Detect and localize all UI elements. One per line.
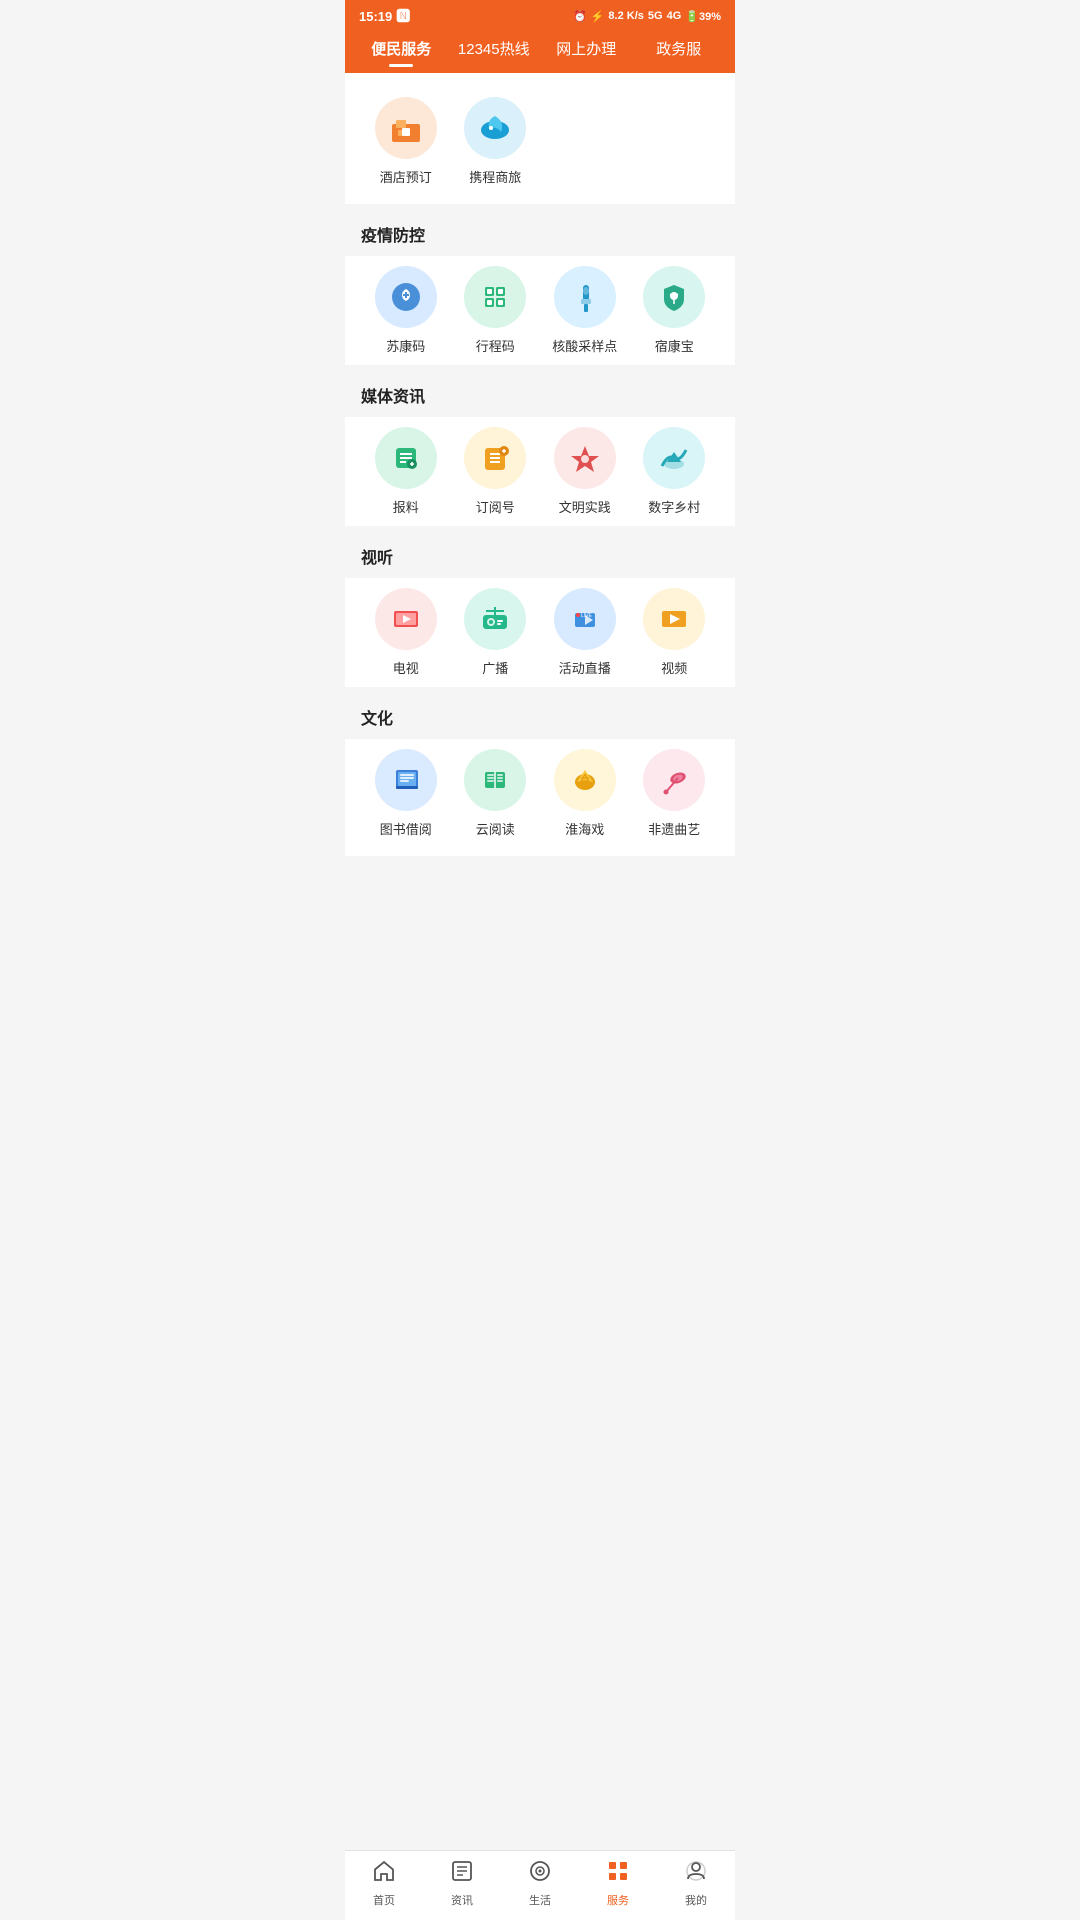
icon-travel-label: 行程码 xyxy=(476,336,515,355)
media-icons: 报料 订阅号 xyxy=(361,417,719,526)
tab-gov[interactable]: 政务服 xyxy=(633,32,726,65)
audio-visual-icons: 电视 广播 xyxy=(361,578,719,687)
life-icon xyxy=(528,1859,552,1889)
battery-icon: 🔋39% xyxy=(685,10,721,23)
alarm-icon: ⏰ xyxy=(573,10,587,23)
icon-digital-village-label: 数字乡村 xyxy=(648,497,700,516)
icon-video-label: 视频 xyxy=(661,658,687,677)
icon-sukang[interactable]: 苏康码 xyxy=(361,256,451,365)
section-title-media: 媒体资讯 xyxy=(345,373,735,417)
bottom-nav-mine-label: 我的 xyxy=(685,1892,707,1908)
icon-library[interactable]: 图书借阅 xyxy=(361,739,451,848)
svg-text:LIVE: LIVE xyxy=(581,613,593,619)
icon-sukangbao[interactable]: 宿康宝 xyxy=(630,256,720,365)
icon-subscribe-label: 订阅号 xyxy=(476,497,515,516)
bottom-nav-services-label: 服务 xyxy=(607,1892,629,1908)
section-title-epidemic: 疫情防控 xyxy=(345,212,735,256)
icon-hotel-label: 酒店预订 xyxy=(380,167,432,186)
icon-huaihai-opera-label: 淮海戏 xyxy=(565,819,604,838)
icon-digital-village[interactable]: 数字乡村 xyxy=(630,417,720,526)
tab-online[interactable]: 网上办理 xyxy=(540,32,633,65)
icon-intangible-label: 非遗曲艺 xyxy=(648,819,700,838)
icon-subscribe[interactable]: 订阅号 xyxy=(451,417,541,526)
bottom-nav-news[interactable]: 资讯 xyxy=(432,1859,492,1908)
icon-radio[interactable]: 广播 xyxy=(451,578,541,687)
icon-library-label: 图书借阅 xyxy=(380,819,432,838)
icon-cloud-read[interactable]: 云阅读 xyxy=(451,739,541,848)
speed-indicator: 8.2 K/s xyxy=(608,10,643,22)
tab-convenience[interactable]: 便民服务 xyxy=(355,32,448,65)
icon-report[interactable]: 报料 xyxy=(361,417,451,526)
icon-sukangbao-label: 宿康宝 xyxy=(655,336,694,355)
icon-huaihai-opera[interactable]: 淮海戏 xyxy=(540,739,630,848)
nav-tabs: 便民服务 12345热线 网上办理 政务服 xyxy=(345,32,735,73)
section-title-audio-visual: 视听 xyxy=(345,534,735,578)
tab-hotline[interactable]: 12345热线 xyxy=(448,32,541,65)
news-icon xyxy=(450,1859,474,1889)
icon-nucleic-label: 核酸采样点 xyxy=(552,336,617,355)
epidemic-icons: 苏康码 行程码 xyxy=(361,256,719,365)
icon-cloud-read-label: 云阅读 xyxy=(476,819,515,838)
icon-tv-label: 电视 xyxy=(393,658,419,677)
icon-hotel[interactable]: 酒店预订 xyxy=(361,87,451,196)
main-content: 酒店预订 携程商旅 疫情防控 xyxy=(345,73,735,856)
top-icon-row: 酒店预订 携程商旅 xyxy=(361,87,719,204)
icon-sukang-label: 苏康码 xyxy=(386,336,425,355)
icon-civilization-label: 文明实践 xyxy=(559,497,611,516)
4g-icon: 4G xyxy=(667,10,682,22)
bottom-nav-services[interactable]: 服务 xyxy=(588,1859,648,1908)
icon-report-label: 报料 xyxy=(393,497,419,516)
section-title-culture: 文化 xyxy=(345,695,735,739)
icon-civilization[interactable]: 文明实践 xyxy=(540,417,630,526)
icon-intangible[interactable]: 非遗曲艺 xyxy=(630,739,720,848)
bottom-nav-life[interactable]: 生活 xyxy=(510,1859,570,1908)
icon-video[interactable]: 视频 xyxy=(630,578,720,687)
culture-icons: 图书借阅 云阅读 xyxy=(361,739,719,848)
icon-nucleic[interactable]: 核酸采样点 xyxy=(540,256,630,365)
icon-travel[interactable]: 行程码 xyxy=(451,256,541,365)
divider-culture xyxy=(345,687,735,695)
icon-radio-label: 广播 xyxy=(482,658,508,677)
home-icon xyxy=(372,1859,396,1889)
divider-epidemic xyxy=(345,204,735,212)
bottom-nav: 首页 资讯 生活 xyxy=(345,1850,735,1920)
icon-ctrip-label: 携程商旅 xyxy=(469,167,521,186)
bottom-nav-news-label: 资讯 xyxy=(451,1892,473,1908)
nfc-icon: 🅽 xyxy=(396,6,410,26)
bottom-nav-life-label: 生活 xyxy=(529,1892,551,1908)
divider-media xyxy=(345,365,735,373)
mine-icon xyxy=(684,1859,708,1889)
icon-live-label: 活动直播 xyxy=(559,658,611,677)
icon-ctrip[interactable]: 携程商旅 xyxy=(451,87,541,196)
bottom-nav-home-label: 首页 xyxy=(373,1892,395,1908)
bottom-nav-home[interactable]: 首页 xyxy=(354,1859,414,1908)
time-display: 15:19 xyxy=(359,9,392,24)
bluetooth-icon: ⚡ xyxy=(591,10,605,23)
icon-live[interactable]: LIVE 活动直播 xyxy=(540,578,630,687)
bottom-nav-mine[interactable]: 我的 xyxy=(666,1859,726,1908)
5g-icon: 5G xyxy=(648,10,663,22)
services-icon xyxy=(606,1859,630,1889)
icon-tv[interactable]: 电视 xyxy=(361,578,451,687)
status-bar: 15:19 🅽 ⏰ ⚡ 8.2 K/s 5G 4G 🔋39% xyxy=(345,0,735,32)
divider-audio-visual xyxy=(345,526,735,534)
